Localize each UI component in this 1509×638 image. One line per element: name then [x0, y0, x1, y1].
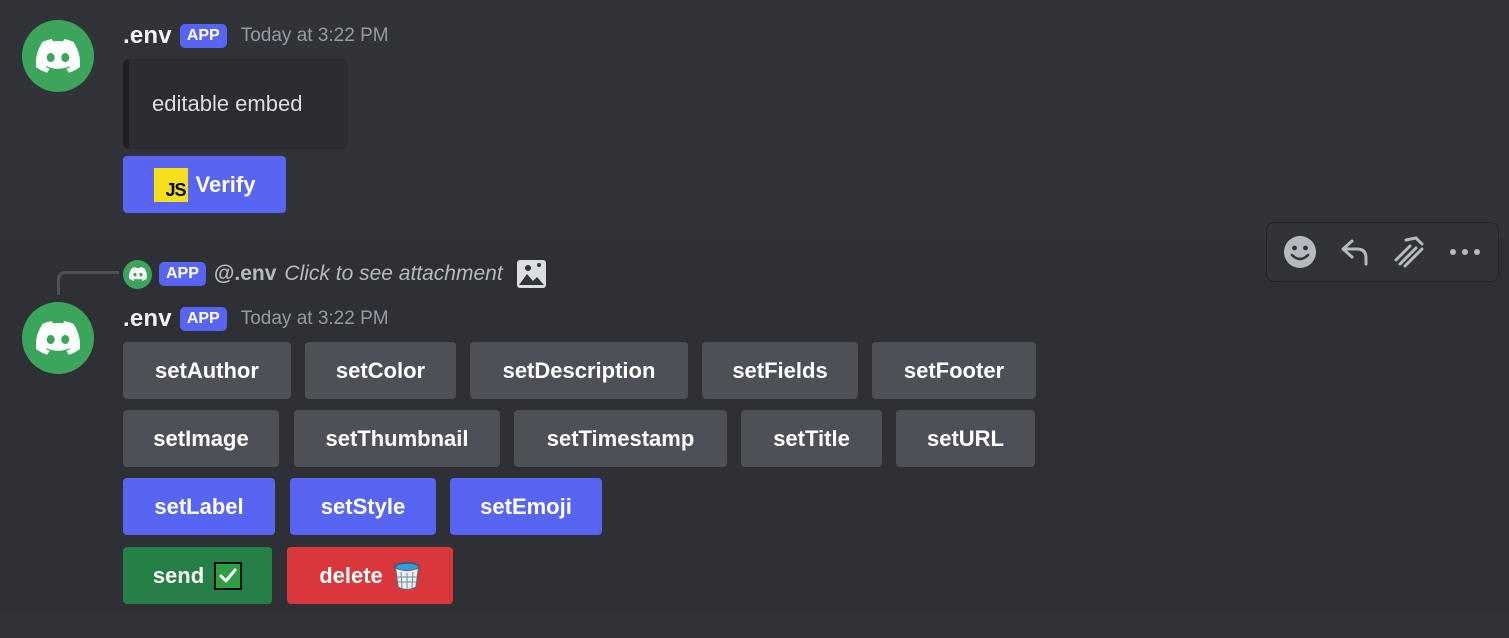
wastebasket-icon [393, 561, 421, 591]
verify-button-label: Verify [195, 171, 256, 197]
discord-logo-icon [36, 321, 80, 355]
timestamp: Today at 3:22 PM [240, 308, 389, 329]
message-toolbar [1266, 222, 1499, 282]
delete-button-label: delete [319, 562, 383, 588]
send-button-label: send [152, 562, 205, 588]
reply-reference[interactable]: APP @.env Click to see attachment [123, 258, 547, 290]
set-description-button[interactable]: setDescription [470, 342, 688, 399]
reply-button[interactable] [1333, 230, 1377, 274]
set-style-button[interactable]: setStyle [290, 478, 436, 535]
username[interactable]: .env [123, 22, 172, 50]
set-author-button[interactable]: setAuthor [123, 342, 291, 399]
send-button[interactable]: send [123, 547, 272, 604]
message-header: .env APP Today at 3:22 PM [123, 304, 389, 334]
reply-text: Click to see attachment [284, 262, 503, 285]
reply-author: @.env [213, 262, 277, 285]
check-mark-icon [214, 561, 243, 590]
app-badge: APP [179, 24, 227, 48]
set-image-button[interactable]: setImage [123, 410, 279, 467]
discord-logo-icon [36, 39, 80, 73]
more-icon [1449, 249, 1480, 255]
set-title-button[interactable]: setTitle [741, 410, 882, 467]
create-thread-icon [1394, 236, 1424, 268]
image-icon [516, 259, 547, 289]
set-thumbnail-button[interactable]: setThumbnail [294, 410, 500, 467]
message-header: .env APP Today at 3:22 PM [123, 21, 389, 51]
reply-avatar [123, 259, 152, 289]
set-url-button[interactable]: setURL [896, 410, 1035, 467]
embed-description: editable embed [152, 91, 303, 116]
avatar[interactable] [22, 302, 94, 374]
verify-button[interactable]: JS Verify [123, 156, 286, 213]
set-timestamp-button[interactable]: setTimestamp [514, 410, 727, 467]
set-label-button[interactable]: setLabel [123, 478, 275, 535]
add-reaction-button[interactable] [1278, 230, 1322, 274]
reply-app-badge: APP [159, 262, 206, 286]
javascript-icon: JS [153, 167, 188, 202]
app-badge: APP [179, 307, 227, 331]
delete-button[interactable]: delete [287, 547, 453, 604]
username[interactable]: .env [123, 305, 172, 333]
add-reaction-icon [1284, 236, 1317, 268]
set-footer-button[interactable]: setFooter [872, 342, 1036, 399]
timestamp: Today at 3:22 PM [240, 25, 389, 46]
create-thread-button[interactable] [1388, 230, 1432, 274]
discord-logo-icon [128, 267, 147, 281]
avatar[interactable] [22, 20, 94, 92]
embed: editable embed [123, 59, 348, 149]
set-fields-button[interactable]: setFields [702, 342, 858, 399]
set-emoji-button[interactable]: setEmoji [450, 478, 602, 535]
more-button[interactable] [1443, 230, 1487, 274]
set-color-button[interactable]: setColor [305, 342, 456, 399]
reply-connector [57, 271, 119, 295]
reply-icon [1341, 239, 1368, 266]
